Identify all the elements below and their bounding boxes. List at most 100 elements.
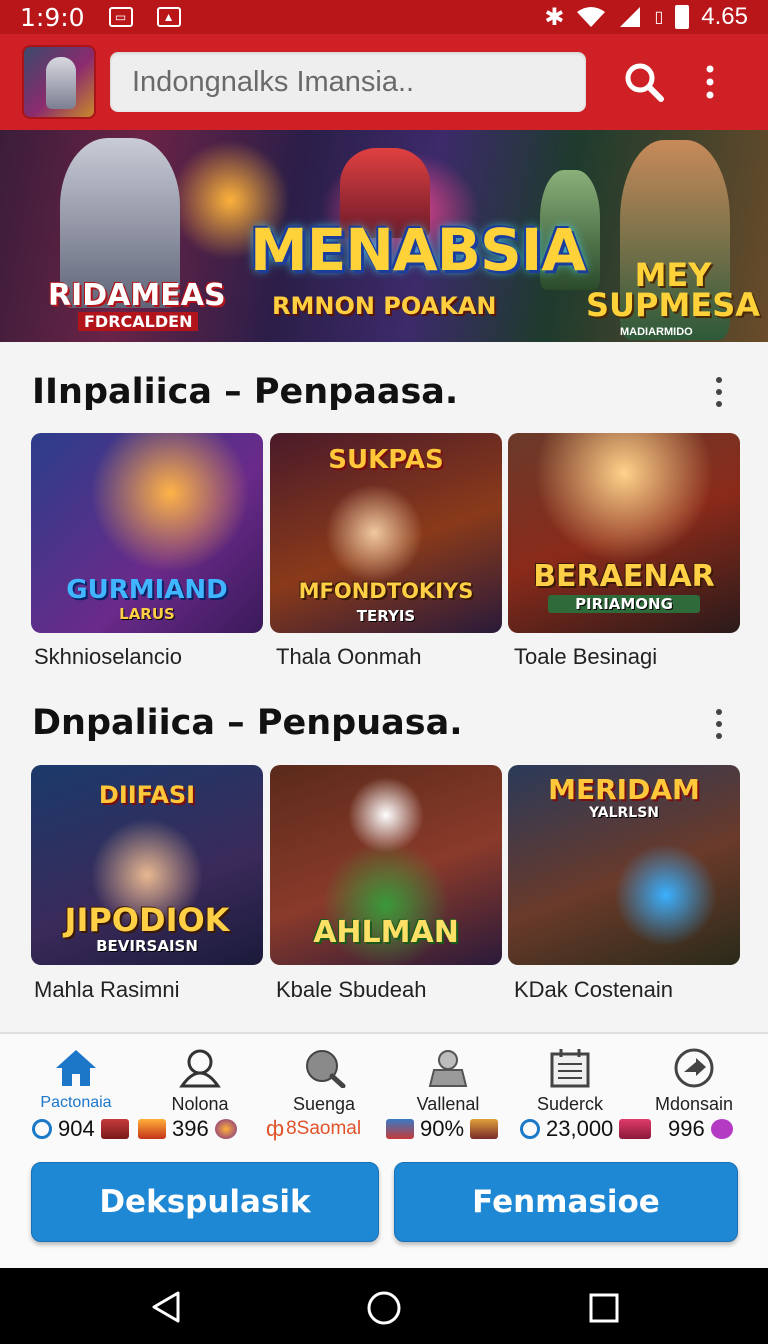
stat-coins: 904 bbox=[32, 1116, 129, 1142]
game-card-art-top: MERIDAM bbox=[548, 773, 700, 806]
battery-icon bbox=[675, 5, 690, 29]
game-card-label[interactable]: Mahla Rasimni bbox=[34, 977, 180, 1003]
banner-right-subtitle: MADIARMIDO bbox=[620, 326, 693, 338]
stat-value: 396 bbox=[172, 1116, 209, 1141]
notification-icon: ▭ bbox=[108, 7, 133, 27]
nav-label: Mdonsain bbox=[654, 1094, 734, 1114]
game-card-art-subtitle: TERYIS bbox=[356, 607, 416, 625]
game-card-art-title: JIPODIOK bbox=[64, 901, 230, 939]
game-card-label[interactable]: Kbale Sbudeah bbox=[276, 977, 426, 1003]
stat-tickets: 996 bbox=[668, 1116, 733, 1142]
banner-right-title: MEY SUPMESA bbox=[586, 259, 760, 324]
section-menu-icon[interactable] bbox=[714, 376, 724, 408]
section-title: IInpaliica – Penpaasa. bbox=[32, 372, 459, 412]
boost-icon bbox=[386, 1119, 414, 1139]
promo-banner[interactable]: RIDAMEAS FDRCALDEN MENABSIA RMNON POAKAN… bbox=[0, 130, 768, 342]
calendar-icon bbox=[550, 1049, 590, 1088]
primary-right-button[interactable]: Fenmasioe bbox=[394, 1162, 738, 1242]
game-card-art-title: BERAENAR bbox=[533, 559, 715, 594]
person-icon bbox=[179, 1049, 221, 1088]
coin-icon bbox=[520, 1119, 540, 1139]
nav-label: Suenga bbox=[292, 1094, 356, 1114]
nav-label: Suderck bbox=[536, 1094, 604, 1114]
nav-item-profile[interactable]: Nolona bbox=[136, 1048, 264, 1115]
primary-left-button[interactable]: Dekspulasik bbox=[31, 1162, 379, 1242]
game-card-art-title: MFONDTOKIYS bbox=[298, 579, 474, 603]
banner-left-subtitle: FDRCALDEN bbox=[78, 312, 199, 331]
game-card-art-title: GURMIAND bbox=[66, 575, 228, 605]
nav-item-home[interactable]: Pactonaia bbox=[12, 1048, 140, 1112]
banner-right-title-line2: SUPMESA bbox=[586, 286, 760, 324]
clock: 1:9:0 bbox=[20, 2, 85, 32]
game-card-label[interactable]: Skhnioselancio bbox=[34, 644, 182, 670]
home-button-icon[interactable] bbox=[366, 1290, 402, 1326]
stat-value: 23,000 bbox=[546, 1116, 614, 1141]
game-card-art-subtitle: YALRLSN bbox=[588, 805, 660, 821]
game-card[interactable]: BERAENAR PIRIAMONG bbox=[508, 433, 740, 633]
nav-item-schedule[interactable]: Suderck bbox=[506, 1048, 634, 1115]
badge-icon bbox=[710, 1119, 733, 1139]
game-card[interactable]: DIIFASI JIPODIOK BEVIRSAISN bbox=[31, 765, 263, 965]
chest-icon bbox=[100, 1119, 129, 1139]
game-card-art-top: SUKPAS bbox=[328, 445, 444, 475]
stat-value: 8Saomal bbox=[286, 1118, 362, 1139]
stat-percent: 90% bbox=[386, 1116, 499, 1142]
game-card-art-title: AHLMAN bbox=[313, 915, 459, 950]
banner-left-title: RIDAMEAS bbox=[48, 278, 226, 313]
status-right: ✱ ▯ 4.65 bbox=[544, 3, 748, 32]
wifi-icon bbox=[577, 7, 606, 27]
heart-search-icon bbox=[306, 1050, 346, 1088]
nav-item-favorites[interactable]: Suenga bbox=[260, 1048, 388, 1115]
bluetooth-icon: ✱ bbox=[544, 3, 565, 31]
game-card-art-top: DIIFASI bbox=[98, 781, 196, 809]
stat-gems: 396 bbox=[138, 1116, 237, 1142]
back-icon[interactable] bbox=[150, 1290, 182, 1324]
system-navigation-bar bbox=[0, 1268, 768, 1344]
search-input-value: Indongnalks Imansia.. bbox=[132, 65, 415, 98]
search-input[interactable]: Indongnalks Imansia.. bbox=[110, 52, 586, 112]
profile-avatar[interactable] bbox=[22, 45, 96, 119]
game-card-label[interactable]: Toale Besinagi bbox=[514, 644, 657, 670]
game-card-label[interactable]: KDak Costenain bbox=[514, 977, 673, 1003]
overflow-menu-icon[interactable] bbox=[704, 65, 716, 99]
recents-icon[interactable] bbox=[588, 1292, 620, 1324]
nav-label: Vallenal bbox=[416, 1094, 480, 1114]
star-icon bbox=[214, 1119, 237, 1139]
game-card[interactable]: AHLMAN bbox=[270, 765, 502, 965]
home-icon bbox=[56, 1050, 96, 1086]
signal-icon bbox=[620, 7, 641, 27]
stat-value: 904 bbox=[58, 1116, 95, 1141]
nav-label: Nolona bbox=[171, 1094, 229, 1114]
app-notification-icon: ▲ bbox=[156, 7, 181, 27]
nav-item-account[interactable]: Vallenal bbox=[384, 1048, 512, 1115]
app-bar: Indongnalks Imansia.. bbox=[0, 34, 768, 130]
stat-value: 996 bbox=[668, 1116, 705, 1141]
phi-icon: ф bbox=[266, 1116, 285, 1141]
game-card-label[interactable]: Thala Oonmah bbox=[276, 644, 422, 670]
loot-icon bbox=[138, 1119, 166, 1139]
section-title: Dnpaliica – Penpuasa. bbox=[32, 703, 463, 743]
nav-label: Pactonaia bbox=[40, 1094, 112, 1111]
gift-box-icon bbox=[619, 1119, 652, 1139]
game-card-art-subtitle: BEVIRSAISN bbox=[96, 937, 198, 955]
search-icon[interactable] bbox=[624, 62, 664, 102]
battery-level: 4.65 bbox=[701, 3, 748, 30]
coin-icon bbox=[32, 1119, 52, 1139]
game-card-art-subtitle: LARUS bbox=[119, 605, 175, 623]
stat-gold: 23,000 bbox=[520, 1116, 652, 1142]
status-bar: 1:9:0 ▭ ▲ ✱ ▯ 4.65 bbox=[0, 0, 768, 34]
user-icon bbox=[428, 1050, 468, 1087]
game-card[interactable]: MERIDAM YALRLSN bbox=[508, 765, 740, 965]
banner-subtitle: RMNON POAKAN bbox=[272, 292, 497, 320]
stat-points: ф 8Saomal bbox=[266, 1116, 361, 1142]
vibrate-icon: ▯ bbox=[654, 9, 664, 26]
banner-title: MENABSIA bbox=[250, 216, 586, 284]
arrow-circle-icon bbox=[674, 1048, 714, 1088]
game-card[interactable]: SUKPAS MFONDTOKIYS TERYIS bbox=[270, 433, 502, 633]
stat-value: 90% bbox=[420, 1116, 465, 1141]
box-icon bbox=[470, 1119, 499, 1139]
nav-item-share[interactable]: Mdonsain bbox=[630, 1048, 758, 1115]
game-card-art-subtitle: PIRIAMONG bbox=[548, 595, 700, 613]
section-menu-icon[interactable] bbox=[714, 708, 724, 740]
game-card[interactable]: GURMIAND LARUS bbox=[31, 433, 263, 633]
